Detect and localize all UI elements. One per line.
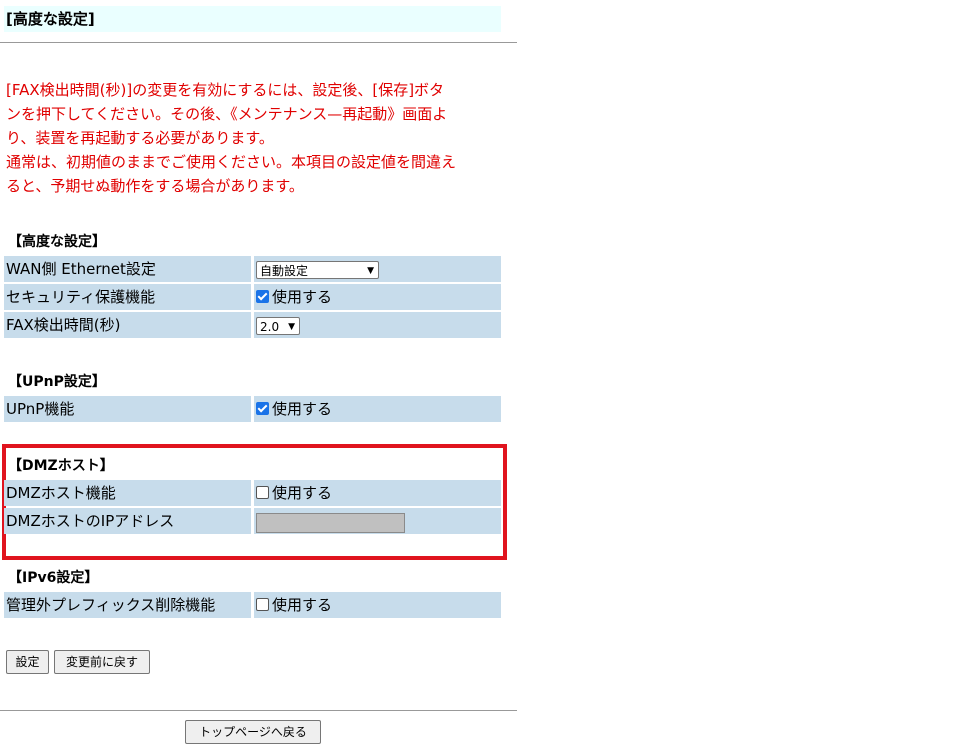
chevron-down-icon: ▼ (367, 265, 374, 276)
section-heading-dmz: 【DMZホスト】 (8, 458, 114, 474)
chevron-down-icon: ▼ (288, 321, 295, 332)
notice-text: [FAX検出時間(秒)]の変更を有効にするには、設定後、[保存]ボタ ンを押下し… (6, 78, 501, 198)
ipv6-prefix-cell: 使用する (254, 592, 501, 618)
wan-ethernet-selected: 自動設定 (260, 263, 309, 278)
notice-line: ンを押下してください。その後、《メンテナンス—再起動》画面よ (6, 105, 448, 123)
row-fax: FAX検出時間(秒) 2.0 ▼ (4, 312, 501, 338)
dmz-ip-label: DMZホストのIPアドレス (4, 508, 251, 534)
row-dmz-ip: DMZホストのIPアドレス (4, 508, 501, 534)
fax-select[interactable]: 2.0 ▼ (256, 316, 300, 335)
page-title: [高度な設定] (4, 6, 501, 32)
row-dmz-function: DMZホスト機能 使用する (4, 480, 501, 506)
row-security: セキュリティ保護機能 使用する (4, 284, 501, 310)
ipv6-prefix-checkbox[interactable] (256, 598, 269, 611)
wan-ethernet-label: WAN側 Ethernet設定 (4, 256, 251, 282)
security-checkbox[interactable] (256, 290, 269, 303)
fax-cell: 2.0 ▼ (254, 312, 501, 338)
row-upnp: UPnP機能 使用する (4, 396, 501, 422)
security-cell: 使用する (254, 284, 501, 310)
dmz-function-label: DMZホスト機能 (4, 480, 251, 506)
wan-ethernet-select[interactable]: 自動設定 ▼ (256, 260, 379, 279)
section-heading-ipv6: 【IPv6設定】 (8, 570, 99, 586)
dmz-function-cell: 使用する (254, 480, 501, 506)
top-page-button[interactable]: トップページへ戻る (185, 720, 321, 744)
wan-ethernet-cell: 自動設定 ▼ (254, 256, 501, 282)
fax-selected: 2.0 (260, 319, 280, 334)
fax-label: FAX検出時間(秒) (4, 312, 251, 338)
upnp-checkbox-label: 使用する (272, 400, 333, 418)
notice-line: ると、予期せぬ動作をする場合があります。 (6, 177, 304, 195)
dmz-ip-input[interactable] (256, 512, 405, 533)
security-checkbox-label: 使用する (272, 288, 333, 306)
section-heading-advanced: 【高度な設定】 (8, 234, 106, 250)
dmz-function-checkbox[interactable] (256, 486, 269, 499)
upnp-cell: 使用する (254, 396, 501, 422)
notice-line: [FAX検出時間(秒)]の変更を有効にするには、設定後、[保存]ボタ (6, 81, 445, 99)
row-wan-ethernet: WAN側 Ethernet設定 自動設定 ▼ (4, 256, 501, 282)
dmz-function-checkbox-label: 使用する (272, 484, 333, 502)
bottom-divider (0, 710, 517, 711)
revert-button[interactable]: 変更前に戻す (54, 650, 150, 674)
security-label: セキュリティ保護機能 (4, 284, 251, 310)
upnp-label: UPnP機能 (4, 396, 251, 422)
notice-line: 通常は、初期値のままでご使用ください。本項目の設定値を間違え (6, 153, 457, 171)
notice-line: り、装置を再起動する必要があります。 (6, 129, 274, 147)
ipv6-prefix-label: 管理外プレフィックス削除機能 (4, 592, 251, 618)
dmz-ip-cell (254, 508, 501, 534)
upnp-checkbox[interactable] (256, 402, 269, 415)
ipv6-prefix-checkbox-label: 使用する (272, 596, 333, 614)
row-ipv6-prefix: 管理外プレフィックス削除機能 使用する (4, 592, 501, 618)
top-divider (0, 42, 517, 43)
section-heading-upnp: 【UPnP設定】 (8, 374, 106, 390)
apply-button[interactable]: 設定 (6, 650, 49, 674)
